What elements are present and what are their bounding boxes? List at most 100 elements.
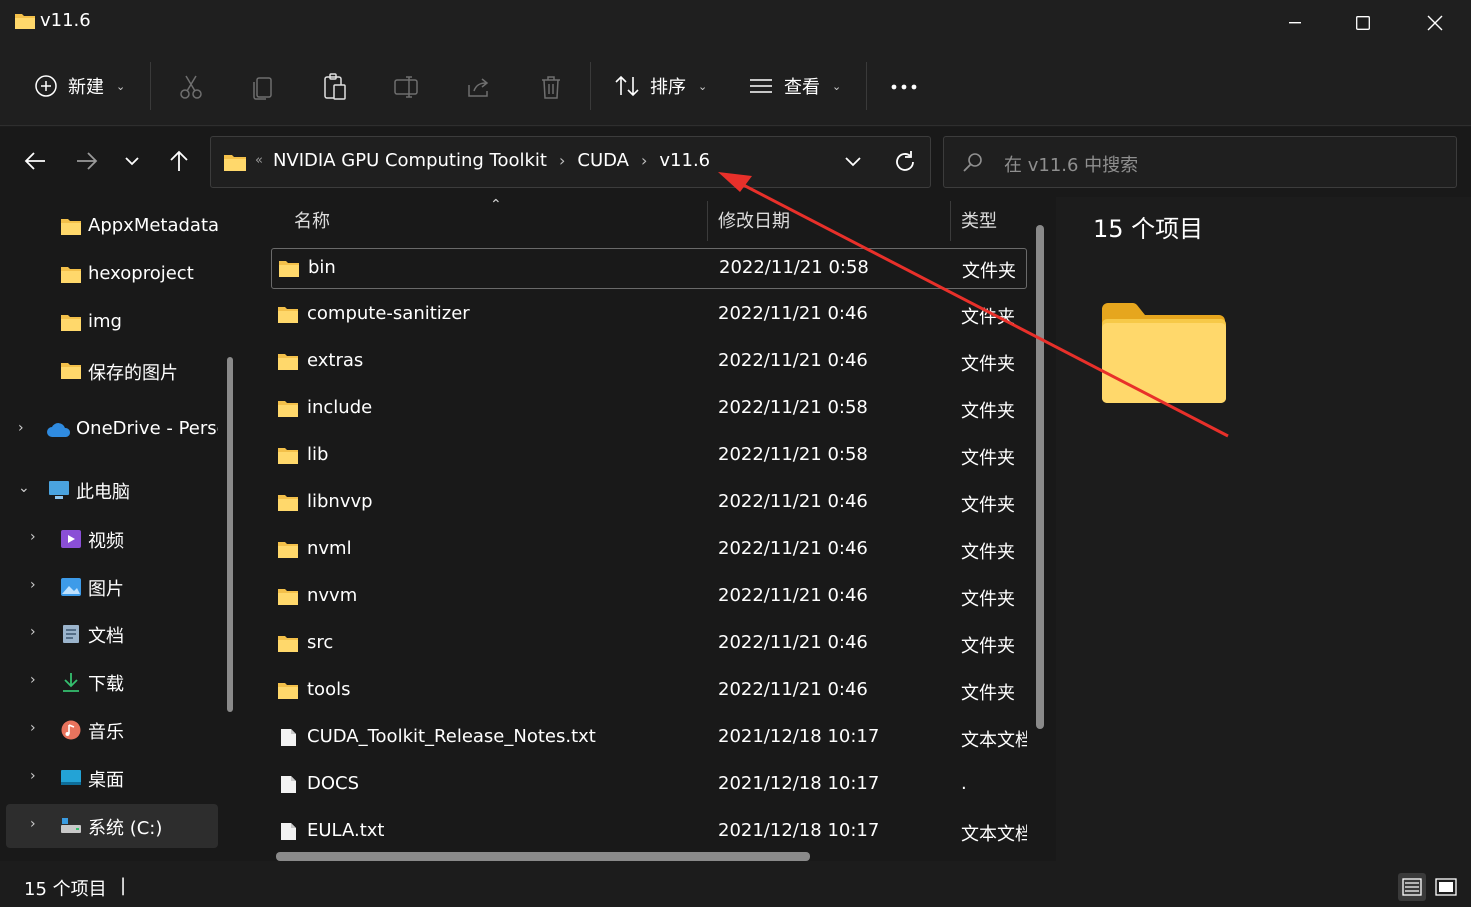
sidebar-item-label: 文档	[88, 626, 124, 647]
chevron-right-icon[interactable]: ›	[30, 529, 36, 545]
back-button[interactable]	[20, 145, 50, 177]
file-name: nvml	[307, 538, 352, 559]
sidebar-item-label: AppxMetadata	[88, 215, 218, 236]
breadcrumb-item[interactable]: NVIDIA GPU Computing Toolkit	[273, 150, 547, 171]
horizontal-scrollbar[interactable]	[276, 852, 810, 861]
file-date: 2022/11/21 0:58	[719, 257, 869, 278]
more-options-icon	[891, 84, 917, 90]
recent-locations-button[interactable]	[117, 145, 147, 177]
desktop-icon	[61, 770, 81, 785]
chevron-right-icon[interactable]: ›	[30, 816, 36, 832]
folder-icon	[61, 315, 81, 331]
maximize-button[interactable]	[1328, 0, 1398, 46]
sidebar-item-label: 保存的图片	[88, 363, 178, 384]
column-divider[interactable]	[950, 201, 951, 241]
copy-icon	[253, 77, 272, 100]
paste-button[interactable]	[320, 72, 350, 102]
file-type: 文件夹	[962, 261, 1016, 282]
close-icon	[1427, 15, 1443, 31]
file-type: 文件夹	[961, 401, 1015, 422]
file-row[interactable]: tools 2022/11/21 0:46 文件夹	[271, 671, 1027, 712]
chevron-right-icon[interactable]: ›	[30, 720, 36, 736]
status-bar: 15 个项目 |	[0, 861, 1471, 907]
refresh-icon[interactable]	[893, 149, 917, 175]
rename-button[interactable]	[392, 72, 422, 102]
sidebar-item-music[interactable]: › 音乐	[6, 708, 218, 752]
sidebar-item-documents[interactable]: › 文档	[6, 612, 218, 656]
sidebar-scrollbar[interactable]	[227, 357, 233, 712]
chevron-down-icon[interactable]	[843, 151, 863, 173]
chevron-right-icon[interactable]: ›	[18, 420, 24, 436]
sidebar-item-saved-pictures[interactable]: 保存的图片	[6, 349, 218, 393]
cut-button[interactable]	[176, 72, 206, 102]
sidebar-item-pictures[interactable]: › 图片	[6, 565, 218, 609]
large-icons-view-button[interactable]	[1432, 873, 1460, 901]
sidebar-item-img[interactable]: img	[6, 301, 218, 345]
copy-button[interactable]	[248, 72, 278, 102]
chevron-right-icon[interactable]: ›	[641, 151, 647, 170]
up-button[interactable]	[164, 145, 194, 177]
pictures-icon	[61, 578, 81, 596]
breadcrumb-item[interactable]: v11.6	[659, 150, 710, 171]
file-row[interactable]: nvvm 2022/11/21 0:46 文件夹	[271, 577, 1027, 618]
file-row[interactable]: EULA.txt 2021/12/18 10:17 文本文档	[271, 812, 1027, 853]
chevron-right-icon[interactable]: ›	[559, 151, 565, 170]
sidebar-item-label: 音乐	[88, 722, 124, 743]
sidebar-item-videos[interactable]: › 视频	[6, 517, 218, 561]
column-divider[interactable]	[707, 201, 708, 241]
file-name: CUDA_Toolkit_Release_Notes.txt	[307, 726, 596, 747]
file-row[interactable]: libnvvp 2022/11/21 0:46 文件夹	[271, 483, 1027, 524]
delete-button[interactable]	[536, 72, 566, 102]
new-button[interactable]: 新建 ⌄	[34, 66, 125, 106]
file-row[interactable]: lib 2022/11/21 0:58 文件夹	[271, 436, 1027, 477]
music-icon	[61, 720, 81, 740]
chevron-down-icon[interactable]: ⌄	[18, 480, 30, 496]
file-row[interactable]: CUDA_Toolkit_Release_Notes.txt 2021/12/18…	[271, 718, 1027, 759]
column-header-name[interactable]: 名称	[294, 197, 330, 243]
file-row[interactable]: compute-sanitizer 2022/11/21 0:46 文件夹	[271, 295, 1027, 336]
search-input[interactable]: 在 v11.6 中搜索	[1004, 151, 1138, 177]
chevron-right-icon[interactable]: ›	[30, 672, 36, 688]
file-row[interactable]: DOCS 2021/12/18 10:17.	[271, 765, 1027, 806]
trash-icon	[542, 76, 560, 99]
share-button[interactable]	[464, 72, 494, 102]
file-type: .	[961, 773, 967, 794]
sort-button[interactable]: 排序 ⌄	[614, 66, 707, 106]
forward-button[interactable]	[72, 145, 102, 177]
file-row[interactable]: include 2022/11/21 0:58 文件夹	[271, 389, 1027, 430]
file-row[interactable]: nvml 2022/11/21 0:46 文件夹	[271, 530, 1027, 571]
minimize-button[interactable]	[1260, 0, 1330, 46]
chevron-right-icon[interactable]: ›	[30, 624, 36, 640]
divider	[150, 62, 151, 110]
search-box[interactable]: 在 v11.6 中搜索	[943, 136, 1457, 188]
sidebar-item-appxmetadata[interactable]: AppxMetadata	[6, 205, 218, 249]
sidebar-item-system-c[interactable]: › 系统 (C:)	[6, 804, 218, 848]
file-row[interactable]: bin 2022/11/21 0:58 文件夹	[271, 248, 1027, 289]
file-row[interactable]: extras 2022/11/21 0:46 文件夹	[271, 342, 1027, 383]
list-view-icon	[750, 79, 772, 93]
file-date: 2021/12/18 10:17	[718, 726, 880, 747]
file-name: DOCS	[307, 773, 360, 794]
chevron-right-icon[interactable]: ›	[30, 768, 36, 784]
file-row[interactable]: src 2022/11/21 0:46 文件夹	[271, 624, 1027, 665]
vertical-scrollbar[interactable]	[1036, 225, 1044, 729]
minimize-icon	[1289, 22, 1301, 24]
breadcrumb-overflow[interactable]: «	[255, 153, 263, 168]
sidebar-item-onedrive[interactable]: › OneDrive - Persc	[6, 408, 218, 452]
breadcrumb-item[interactable]: CUDA	[577, 150, 629, 171]
chevron-right-icon[interactable]: ›	[30, 577, 36, 593]
more-button[interactable]	[888, 72, 920, 102]
sidebar-item-downloads[interactable]: › 下载	[6, 660, 218, 704]
arrow-right-icon	[77, 152, 98, 170]
address-bar[interactable]: « NVIDIA GPU Computing Toolkit › CUDA › …	[210, 136, 931, 188]
sidebar-item-hexoproject[interactable]: hexoproject	[6, 253, 218, 297]
sidebar-item-this-pc[interactable]: ⌄ 此电脑	[6, 468, 218, 512]
view-button[interactable]: 查看 ⌄	[748, 66, 841, 106]
column-header-type[interactable]: 类型	[961, 197, 997, 243]
sidebar-item-desktop[interactable]: › 桌面	[6, 756, 218, 800]
video-icon	[61, 530, 81, 548]
close-button[interactable]	[1400, 0, 1470, 46]
details-view-button[interactable]	[1398, 873, 1426, 901]
arrow-up-icon	[170, 150, 188, 171]
column-header-date[interactable]: 修改日期	[718, 197, 790, 243]
